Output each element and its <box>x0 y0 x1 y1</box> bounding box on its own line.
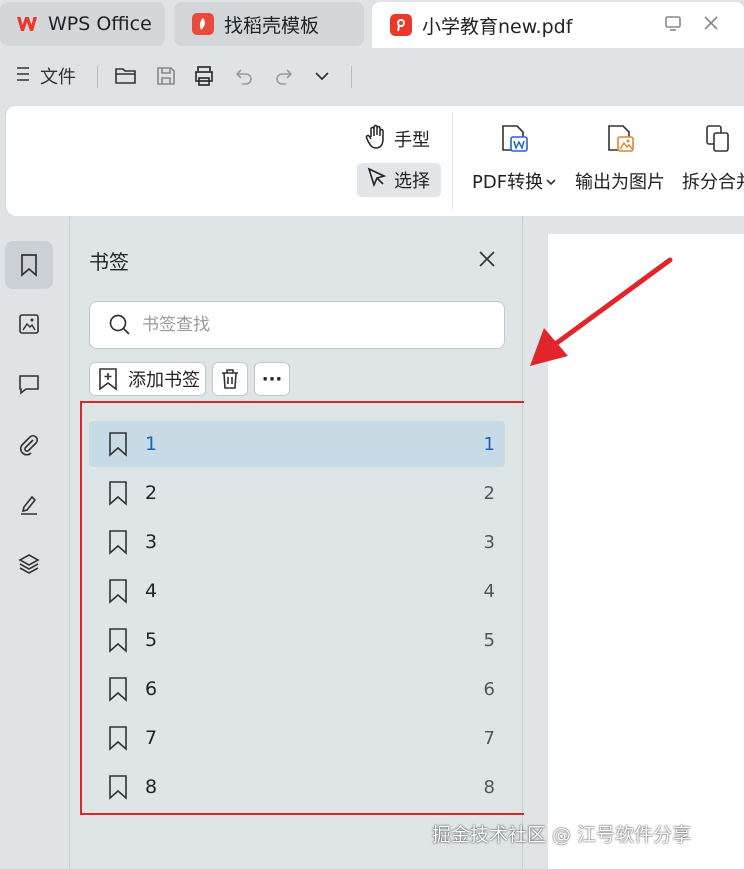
bookmark-label: 2 <box>145 482 158 504</box>
thumbnail-nav-icon[interactable] <box>5 300 53 348</box>
export-image-label: 输出为图片 <box>575 172 665 193</box>
split-merge-icon <box>701 122 735 156</box>
file-menu-label: 文件 <box>40 67 76 88</box>
bookmark-icon <box>107 578 129 604</box>
hand-icon <box>364 124 388 155</box>
window-restore-icon[interactable] <box>664 14 682 37</box>
docer-logo-icon <box>192 13 214 35</box>
bookmark-search-input[interactable] <box>142 315 462 335</box>
tab-label: 小学教育new.pdf <box>422 15 573 38</box>
more-dots-icon: ··· <box>261 368 283 390</box>
tab-bar: WPS Office 找稻壳模板 小学教育new.pdf <box>0 0 744 48</box>
open-folder-icon[interactable] <box>112 62 140 90</box>
save-icon[interactable] <box>152 62 180 90</box>
bookmark-search-box <box>89 301 505 349</box>
bookmark-page-number: 4 <box>483 580 495 602</box>
bookmark-item[interactable]: 22 <box>89 470 505 516</box>
chevron-down-icon <box>546 171 556 192</box>
tab-pdf-document[interactable]: 小学教育new.pdf <box>372 2 744 48</box>
redo-icon[interactable] <box>270 62 298 90</box>
bookmark-page-number: 7 <box>483 727 495 749</box>
watermark: 掘金技术社区 @ 江号软件分享 <box>432 824 692 846</box>
bookmark-label: 8 <box>145 776 158 798</box>
bookmark-item[interactable]: 44 <box>89 568 505 614</box>
select-tool-label: 选择 <box>394 171 430 192</box>
trash-icon <box>219 367 241 391</box>
select-tool-button[interactable]: 选择 <box>357 163 441 197</box>
divider <box>351 66 352 88</box>
split-merge-button[interactable]: 拆分合并 <box>682 122 744 194</box>
cursor-arrow-icon <box>366 167 388 194</box>
pdf-convert-label: PDF转换 <box>472 172 544 193</box>
pdf-convert-button[interactable]: PDF转换 <box>472 122 556 194</box>
export-image-icon <box>603 122 637 156</box>
bookmark-item[interactable]: 33 <box>89 519 505 565</box>
bookmark-item[interactable]: 77 <box>89 715 505 761</box>
tab-label: 找稻壳模板 <box>224 14 320 37</box>
signature-nav-icon[interactable] <box>5 480 53 528</box>
bookmark-page-number: 8 <box>483 776 495 798</box>
panel-title: 书签 <box>89 250 129 274</box>
bookmark-label: 1 <box>145 433 158 455</box>
bookmark-icon <box>107 627 129 653</box>
attachment-nav-icon[interactable] <box>5 420 53 468</box>
hand-tool-button[interactable]: 手型 <box>364 124 430 154</box>
bookmark-nav-icon[interactable] <box>5 241 53 289</box>
tab-wps-office[interactable]: WPS Office <box>0 2 165 46</box>
pdf-to-word-icon <box>497 122 531 156</box>
bookmark-label: 5 <box>145 629 158 651</box>
bookmark-label: 6 <box>145 678 158 700</box>
bookmark-icon <box>107 676 129 702</box>
export-image-button[interactable]: 输出为图片 <box>575 122 665 194</box>
bookmark-icon <box>107 725 129 751</box>
bookmark-label: 7 <box>145 727 158 749</box>
bookmark-page-number: 2 <box>483 482 495 504</box>
bookmark-page-number: 1 <box>483 433 495 455</box>
print-icon[interactable] <box>190 62 218 90</box>
add-bookmark-label: 添加书签 <box>128 370 200 391</box>
pdf-logo-icon <box>390 14 412 36</box>
bookmark-icon <box>107 774 129 800</box>
annotation-arrow <box>530 257 673 366</box>
comment-nav-icon[interactable] <box>5 360 53 408</box>
bookmark-item[interactable]: 11 <box>89 421 505 467</box>
divider <box>452 112 453 210</box>
bookmark-icon <box>107 480 129 506</box>
split-merge-label: 拆分合并 <box>682 172 744 193</box>
bookmark-page-number: 3 <box>483 531 495 553</box>
file-menu-button[interactable]: 文件 <box>16 62 76 90</box>
search-icon <box>108 313 132 337</box>
tab-label: WPS Office <box>48 13 152 35</box>
bookmark-icon <box>107 529 129 555</box>
bookmark-item[interactable]: 88 <box>89 764 505 810</box>
close-tab-icon[interactable] <box>702 14 720 37</box>
tab-template-store[interactable]: 找稻壳模板 <box>174 2 364 46</box>
bookmark-item[interactable]: 55 <box>89 617 505 663</box>
bookmark-page-number: 5 <box>483 629 495 651</box>
side-nav-rail <box>0 216 70 869</box>
bookmark-page-number: 6 <box>483 678 495 700</box>
more-options-button[interactable]: ··· <box>254 362 290 396</box>
chevron-down-icon[interactable] <box>308 62 336 90</box>
bookmark-label: 4 <box>145 580 158 602</box>
divider <box>97 66 98 88</box>
bookmark-icon <box>107 431 129 457</box>
delete-bookmark-button[interactable] <box>212 362 248 396</box>
wps-logo-icon <box>16 13 38 35</box>
bookmark-label: 3 <box>145 531 158 553</box>
undo-icon[interactable] <box>230 62 258 90</box>
add-bookmark-icon <box>96 366 120 392</box>
close-icon[interactable] <box>476 248 498 270</box>
layers-nav-icon[interactable] <box>5 540 53 588</box>
menu-icon <box>16 66 30 87</box>
bookmark-item[interactable]: 66 <box>89 666 505 712</box>
hand-tool-label: 手型 <box>394 130 430 151</box>
add-bookmark-button[interactable]: 添加书签 <box>89 362 206 396</box>
